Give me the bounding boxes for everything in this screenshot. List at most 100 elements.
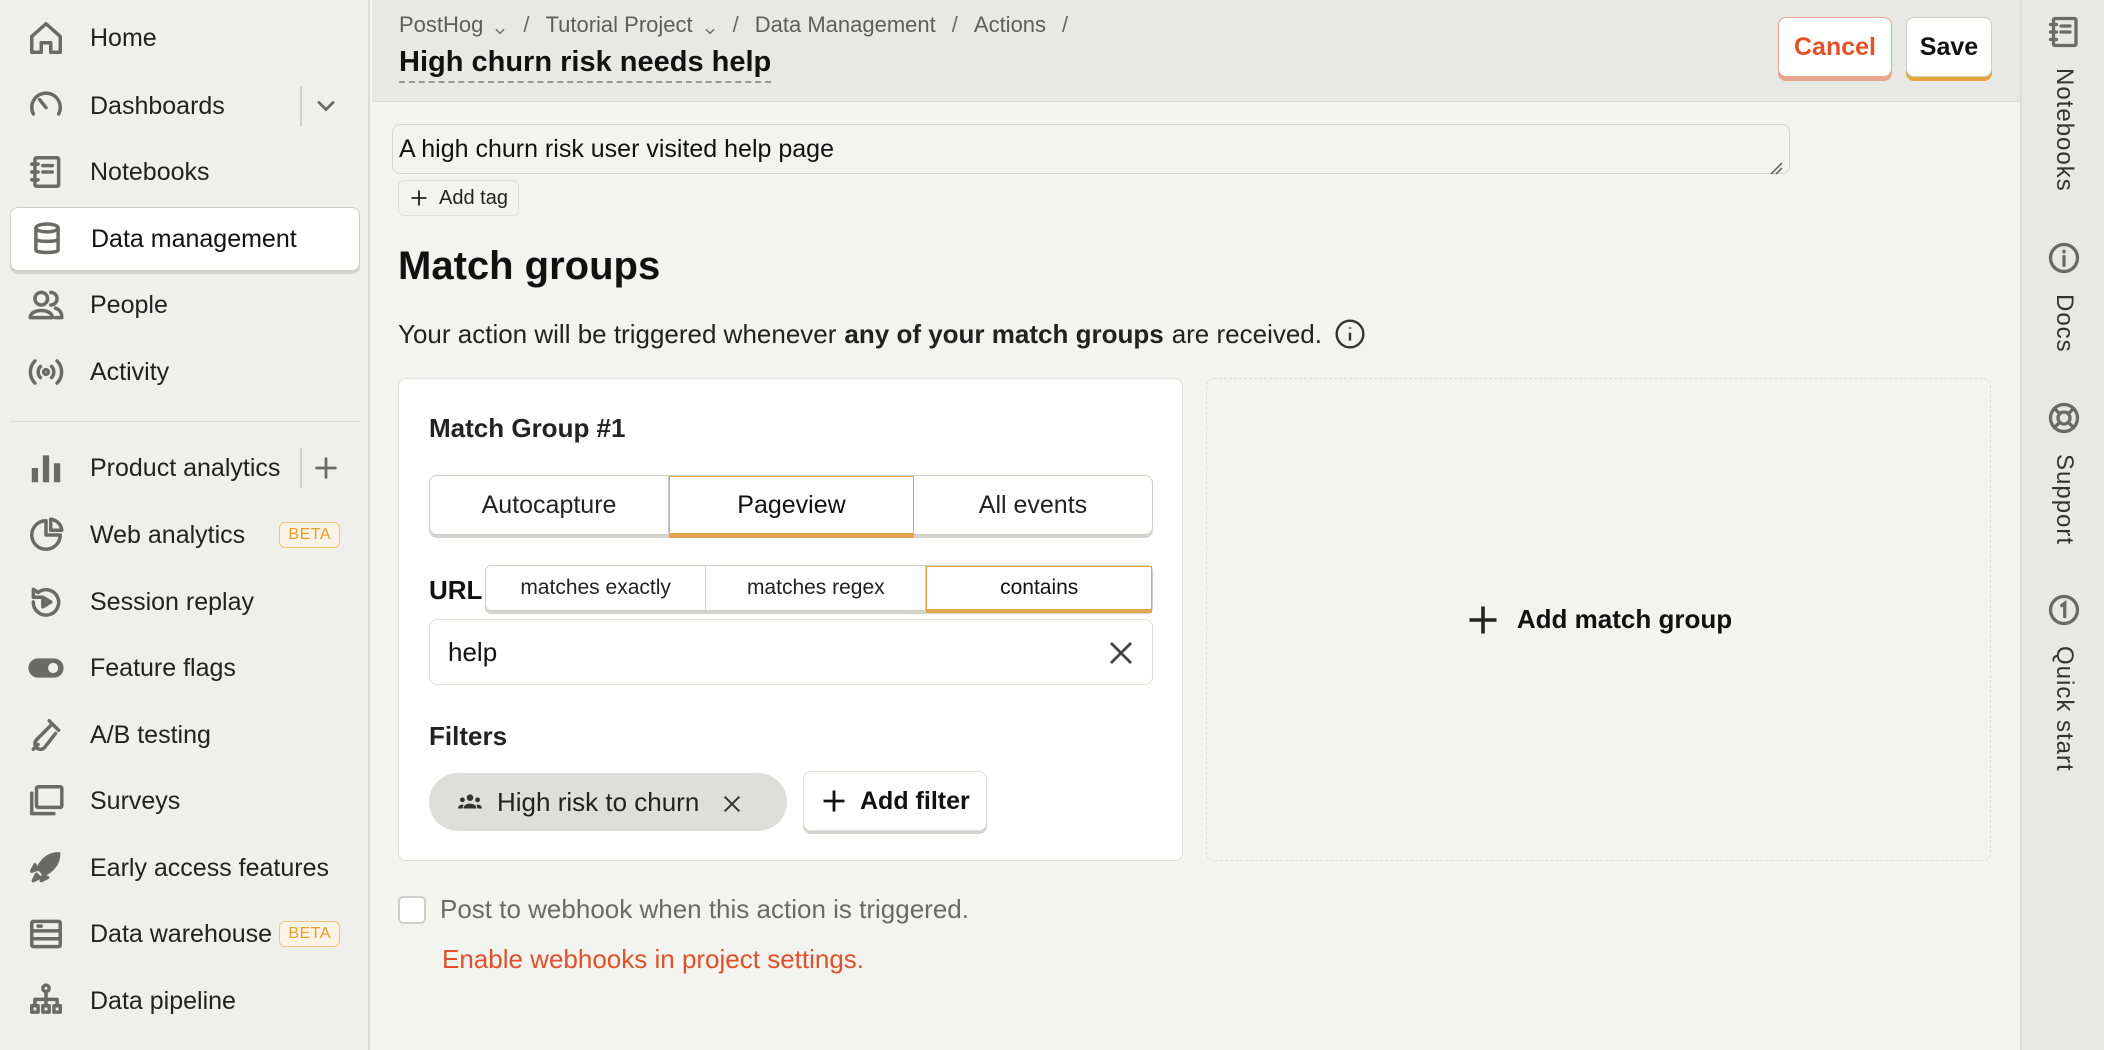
webhook-checkbox[interactable]	[398, 895, 426, 924]
database-icon	[27, 219, 67, 259]
rightbar-item-support[interactable]: Support	[2022, 398, 2104, 545]
tab-pageview[interactable]: Pageview	[669, 476, 914, 534]
sidebar-item-label: Session replay	[90, 587, 254, 616]
tab-autocapture[interactable]: Autocapture	[430, 476, 670, 534]
filter-chip[interactable]: High risk to churn	[429, 773, 787, 831]
filter-chip-label: High risk to churn	[497, 786, 700, 817]
sidebar-item-feature-flags[interactable]: Feature flags	[10, 636, 360, 700]
plus-icon[interactable]	[306, 448, 346, 488]
url-mode-matches-exactly[interactable]: matches exactly	[486, 566, 707, 610]
filters-label: Filters	[429, 721, 508, 751]
rightbar-item-label: Quick start	[2051, 646, 2078, 772]
toggle-icon	[26, 648, 66, 688]
divider	[300, 448, 302, 488]
rocket-icon	[26, 848, 66, 888]
breadcrumb-item-project[interactable]: Tutorial Project	[546, 12, 717, 38]
page-title[interactable]: High churn risk needs help	[399, 46, 772, 83]
sidebar-item-label: Activity	[90, 357, 170, 386]
sidebar-item-label: Home	[90, 23, 157, 52]
divider	[10, 421, 360, 422]
add-filter-button[interactable]: Add filter	[803, 771, 987, 831]
sidebar-item-home[interactable]: Home	[10, 6, 360, 70]
sidebar-item-ab-testing[interactable]: A/B testing	[10, 703, 360, 767]
flask-icon	[26, 715, 66, 755]
info-icon	[2044, 238, 2084, 278]
notebook-icon	[26, 152, 66, 192]
sidebar-item-label: Feature flags	[90, 653, 236, 682]
description-text: A high churn risk user visited help page	[399, 135, 834, 163]
rightbar-item-docs[interactable]: Docs	[2022, 238, 2104, 353]
sidebar-item-session-replay[interactable]: Session replay	[10, 570, 360, 634]
plus-icon	[1469, 606, 1497, 633]
rightbar-item-label: Support	[2051, 454, 2078, 546]
sidebar-item-label: Web analytics	[90, 520, 246, 549]
rightbar-item-label: Notebooks	[2051, 68, 2078, 192]
match-group-card: Match Group #1 Autocapture Pageview All …	[398, 378, 1183, 861]
sidebar-item-label: Data pipeline	[90, 986, 236, 1015]
chevron-down-icon[interactable]	[306, 86, 346, 126]
sidebar-item-label: Product analytics	[90, 453, 281, 482]
add-match-group-label: Add match group	[1516, 604, 1733, 634]
url-mode-contains[interactable]: contains	[926, 566, 1152, 610]
sidebar-item-activity[interactable]: Activity	[10, 340, 360, 404]
rightbar-item-notebooks[interactable]: Notebooks	[2022, 12, 2104, 192]
breadcrumb-separator: /	[523, 12, 530, 37]
url-input[interactable]: help	[429, 619, 1153, 685]
breadcrumb-item-org[interactable]: PostHog	[399, 12, 507, 38]
divider	[300, 86, 302, 126]
breadcrumb-label: PostHog	[399, 12, 484, 37]
match-groups-description: Your action will be triggered whenever a…	[398, 318, 1366, 350]
beta-badge: BETA	[279, 921, 340, 947]
rightbar-item-quick-start[interactable]: Quick start	[2022, 590, 2104, 772]
dashboard-icon	[26, 86, 66, 126]
plus-icon	[411, 190, 427, 206]
add-tag-label: Add tag	[439, 186, 508, 209]
sidebar-item-people[interactable]: People	[10, 273, 360, 337]
save-button[interactable]: Save	[1906, 17, 1992, 77]
cancel-button[interactable]: Cancel	[1778, 17, 1892, 77]
sidebar-item-web-analytics[interactable]: Web analytics BETA	[10, 503, 360, 567]
sidebar-item-data-pipeline[interactable]: Data pipeline	[10, 969, 360, 1033]
match-group-title: Match Group #1	[429, 413, 626, 443]
sidebar-item-surveys[interactable]: Surveys	[10, 769, 360, 833]
url-mode-matches-regex[interactable]: matches regex	[706, 566, 927, 610]
activity-icon	[26, 352, 66, 392]
add-match-group-button[interactable]: Add match group	[1206, 378, 1991, 861]
match-groups-heading: Match groups	[398, 244, 661, 288]
sidebar-item-notebooks[interactable]: Notebooks	[10, 140, 360, 204]
breadcrumb-label: Tutorial Project	[545, 12, 693, 37]
home-icon	[26, 18, 66, 58]
breadcrumb-item-actions[interactable]: Actions	[974, 12, 1046, 38]
right-sidebar: Notebooks Docs Support Quick start	[2020, 0, 2104, 1050]
event-type-selector: Autocapture Pageview All events	[429, 475, 1153, 535]
webhook-option: Post to webhook when this action is trig…	[398, 894, 969, 925]
breadcrumb-separator: /	[732, 12, 739, 37]
sidebar-item-label: A/B testing	[90, 720, 211, 749]
beta-badge: BETA	[279, 522, 340, 548]
quickstart-icon	[2044, 590, 2084, 630]
cohort-icon	[457, 789, 483, 815]
resize-handle-icon[interactable]	[1769, 153, 1783, 175]
subtitle-bold-text: any of your match groups	[844, 318, 1164, 349]
enable-webhooks-link[interactable]: Enable webhooks in project settings.	[442, 944, 864, 975]
sidebar-item-label: Data management	[91, 224, 297, 253]
sidebar-item-early-access-features[interactable]: Early access features	[10, 836, 360, 900]
breadcrumb-item-data-management[interactable]: Data Management	[755, 12, 936, 38]
breadcrumb: PostHog / Tutorial Project / Data Manage…	[399, 12, 1084, 38]
webhook-checkbox-label: Post to webhook when this action is trig…	[440, 894, 969, 924]
warehouse-icon	[26, 914, 66, 954]
breadcrumb-separator: /	[1062, 12, 1069, 37]
pie-chart-icon	[26, 515, 66, 555]
sidebar-item-label: Dashboards	[90, 91, 225, 120]
plus-icon	[823, 790, 845, 812]
sidebar-item-data-warehouse[interactable]: Data warehouse BETA	[10, 902, 360, 966]
add-tag-button[interactable]: Add tag	[398, 180, 519, 216]
close-icon[interactable]	[1106, 638, 1136, 668]
close-icon[interactable]	[721, 791, 743, 813]
description-textarea[interactable]: A high churn risk user visited help page	[392, 124, 1790, 175]
subtitle-text: are received.	[1171, 318, 1322, 349]
tab-all-events[interactable]: All events	[914, 476, 1152, 534]
sidebar-item-data-management[interactable]: Data management	[10, 207, 360, 271]
sidebar-item-label: People	[90, 290, 168, 319]
info-icon[interactable]	[1334, 318, 1366, 350]
